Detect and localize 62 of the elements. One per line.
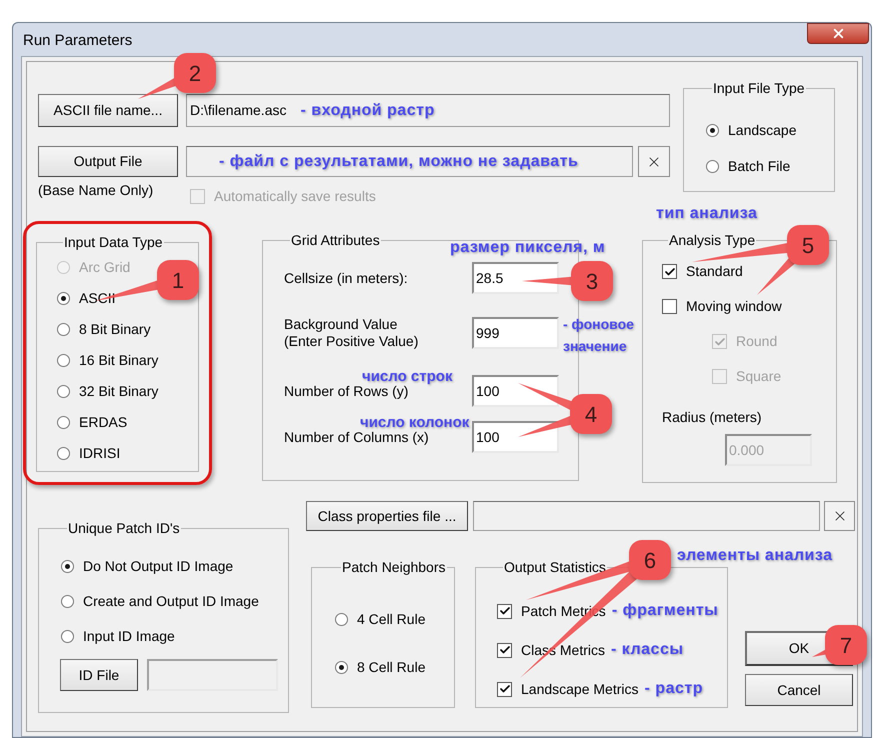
field-label: (Enter Positive Value) bbox=[284, 333, 420, 350]
group-title: Grid Attributes bbox=[290, 232, 381, 248]
annotation-note: - фрагменты bbox=[612, 601, 718, 621]
class-properties-button[interactable]: Class properties file ... bbox=[306, 501, 468, 531]
close-button[interactable] bbox=[807, 23, 869, 44]
group-title: Input Data Type bbox=[63, 234, 164, 250]
ascii-file-button[interactable]: ASCII file name... bbox=[38, 94, 178, 127]
field-label: Number of Rows (y) bbox=[284, 382, 410, 400]
annotation-note: размер пикселя, м bbox=[450, 239, 606, 257]
group-title: Analysis Type bbox=[668, 232, 756, 248]
callout-badge: 2 bbox=[174, 53, 216, 93]
radio-button[interactable]: 8 Bit Binary bbox=[57, 319, 151, 340]
callout-badge: 7 bbox=[825, 625, 867, 665]
annotation-note: тип анализа bbox=[656, 205, 758, 223]
radio-button[interactable]: 4 Cell Rule bbox=[335, 609, 426, 630]
radio-button[interactable]: ASCII bbox=[57, 288, 116, 309]
callout-badge: 6 bbox=[629, 540, 671, 580]
checkbox[interactable]: Landscape Metrics bbox=[497, 678, 639, 700]
number-field[interactable]: 28.5 bbox=[472, 262, 559, 294]
cancel-button[interactable]: Cancel bbox=[745, 674, 853, 706]
radio-button[interactable]: 16 Bit Binary bbox=[57, 350, 158, 371]
field-label: Number of Columns (x) bbox=[284, 428, 430, 446]
annotation-note: - фоновое значение bbox=[563, 315, 635, 356]
radio-button[interactable]: Landscape bbox=[706, 120, 797, 141]
clear-button[interactable] bbox=[824, 501, 855, 531]
output-file-field[interactable]: - файл с результатами, можно не задавать bbox=[186, 146, 633, 177]
group-title: Output Statistics bbox=[503, 559, 607, 575]
output-file-button[interactable]: Output File bbox=[38, 146, 178, 177]
number-field[interactable]: 100 bbox=[472, 421, 559, 453]
window-title: Run Parameters bbox=[23, 31, 132, 51]
callout-badge: 5 bbox=[787, 225, 829, 265]
id-file-button[interactable]: ID File bbox=[60, 659, 138, 691]
checkbox[interactable]: Moving window bbox=[662, 296, 836, 317]
field-label: Cellsize (in meters): bbox=[284, 270, 409, 286]
field-label: Background Value bbox=[284, 316, 398, 333]
radio-button[interactable]: IDRISI bbox=[57, 443, 120, 464]
annotation-note: элементы анализа bbox=[677, 547, 833, 565]
hint-text: (Base Name Only) bbox=[38, 181, 154, 200]
callout-badge: 1 bbox=[157, 260, 199, 300]
class-properties-field[interactable] bbox=[473, 501, 820, 531]
annotation-note: число строк bbox=[362, 368, 452, 386]
callout-badge: 3 bbox=[571, 261, 613, 301]
field-label: Radius (meters) bbox=[662, 408, 763, 427]
group-title: Input File Type bbox=[712, 80, 806, 96]
radio-button[interactable]: Do Not Output ID Image bbox=[61, 556, 234, 577]
group-title: Unique Patch ID's bbox=[67, 520, 181, 536]
radio-button[interactable]: Create and Output ID Image bbox=[61, 591, 259, 612]
radio-button[interactable]: 32 Bit Binary bbox=[57, 381, 158, 402]
id-file-field[interactable] bbox=[147, 659, 278, 691]
radio-button[interactable]: ERDAS bbox=[57, 412, 128, 433]
clear-button[interactable] bbox=[638, 146, 670, 177]
callout-badge: 4 bbox=[570, 394, 612, 434]
number-field[interactable]: 999 bbox=[472, 317, 559, 349]
number-field[interactable]: 100 bbox=[472, 375, 559, 407]
file-path-field[interactable]: D:\filename.asc - входной растр bbox=[186, 94, 670, 127]
annotation-note: - классы bbox=[611, 640, 684, 660]
annotation-note: - растр bbox=[644, 679, 703, 699]
group-title: Patch Neighbors bbox=[341, 559, 447, 575]
annotation-note: число колонок bbox=[360, 414, 470, 432]
radio-button[interactable]: 8 Cell Rule bbox=[335, 657, 426, 678]
radio-button[interactable]: Batch File bbox=[706, 156, 790, 177]
radio-button[interactable]: Input ID Image bbox=[61, 626, 175, 647]
